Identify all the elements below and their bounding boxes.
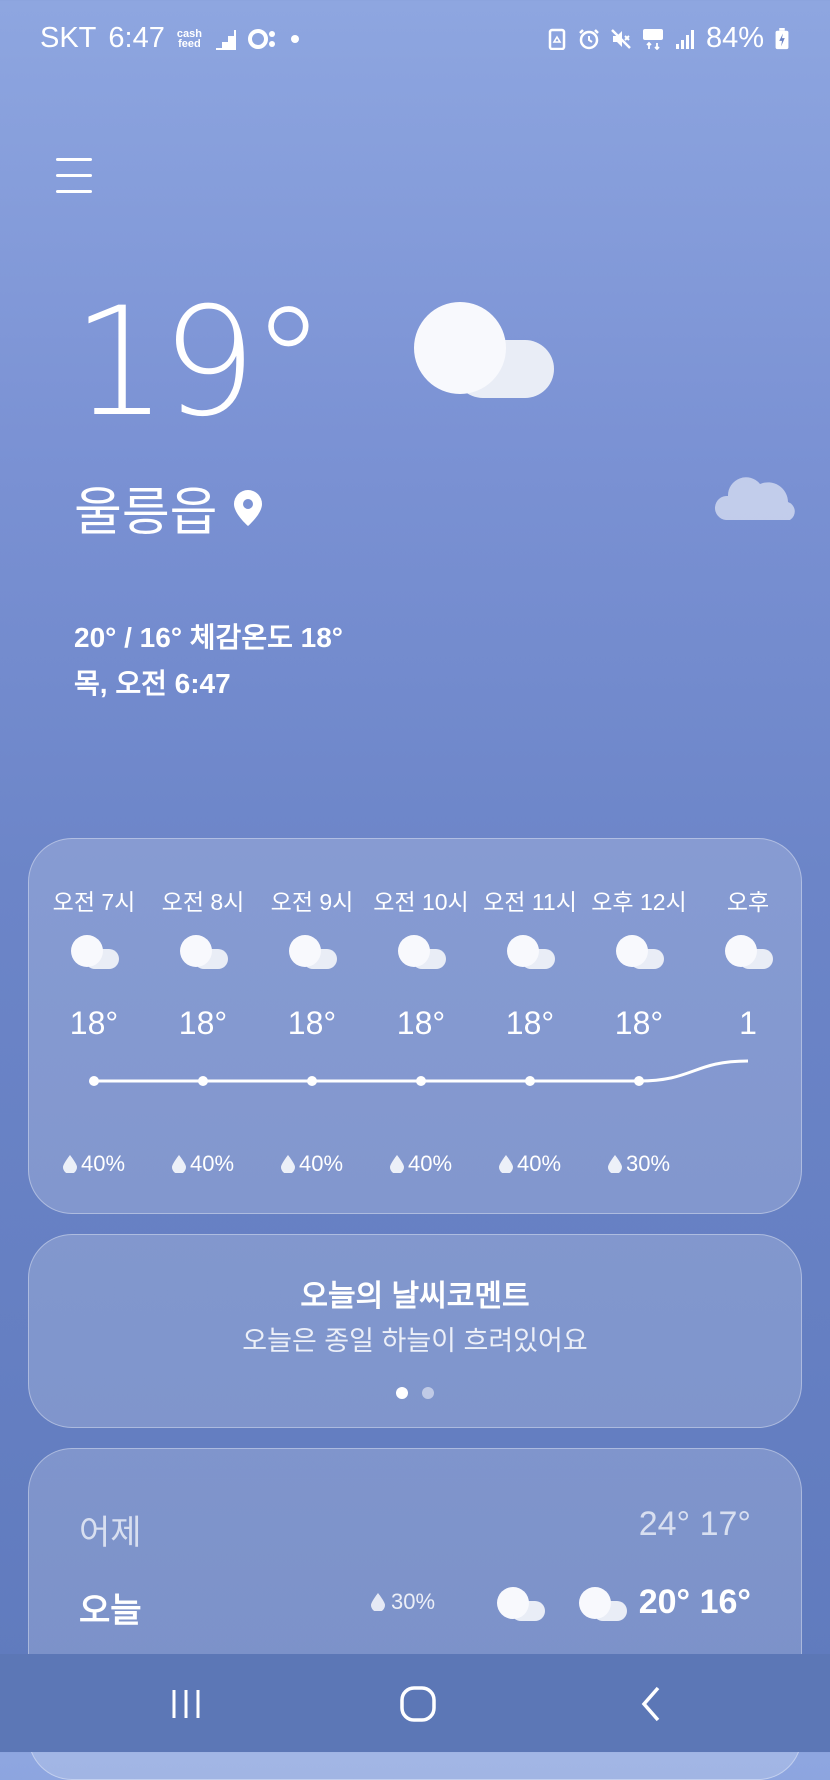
clock: 6:47 [108,22,165,54]
morning-cloud-icon [497,1587,545,1621]
hourly-forecast-card[interactable]: 오전 7시 18° 40% 오전 8시 18° 40% 오전 9시 18° 40% 오전 10시 1… [28,838,802,1214]
daily-row-yesterday: 어제 24° 17° [79,1505,751,1555]
page-dot-active [396,1387,408,1399]
date-time: 목, 오전 6:47 [74,668,231,699]
temperature-point [525,1076,535,1086]
daily-row-today[interactable]: 오늘 30% 20° 16° [79,1583,751,1633]
temperature-point [634,1076,644,1086]
raindrop-icon [371,1593,385,1611]
battery-charging-icon [775,27,789,49]
day-temps: 24° 17° [638,1505,751,1543]
location-name: 울릉읍 [74,484,218,542]
status-right: 84% [546,22,790,55]
signal-icon [675,29,694,49]
status-bar: SKT 6:47 cash feed 84% [0,0,830,80]
background-cloud-icon [714,477,795,520]
page-indicator [29,1387,801,1399]
menu-button[interactable] [56,158,92,194]
cashfeed-icon: cash feed [176,27,202,50]
back-icon[interactable] [632,1684,672,1724]
carrier-label: SKT [40,22,97,54]
temperature-point [198,1076,208,1086]
notification-dot-icon [290,34,299,43]
comment-title: 오늘의 날씨코멘트 [300,1280,530,1313]
mute-icon [611,28,631,49]
recent-apps-icon[interactable] [166,1684,206,1724]
location[interactable]: 울릉읍 [74,470,262,545]
afternoon-cloud-icon [579,1587,627,1621]
day-label: 어제 [79,1514,142,1552]
location-pin-icon [233,489,262,526]
current-temperature: 19° [72,276,326,450]
battery-percent: 84% [705,22,764,54]
day-label: 오늘 [79,1592,142,1630]
temperature-point [307,1076,317,1086]
navigation-bar [0,1654,830,1752]
dots-app-icon [247,28,275,49]
page-dot [422,1387,434,1399]
weather-comment-card[interactable]: 오늘의 날씨코멘트 오늘은 종일 하늘이 흐려있어요 [28,1234,802,1428]
day-temps: 20° 16° [638,1583,751,1621]
stairs-icon [215,29,236,50]
status-left: SKT 6:47 cash feed [40,22,300,55]
alarm-icon [579,28,599,49]
5g-icon [642,28,663,50]
min-max-feels-like: 20° / 16° 체감온도 18° [74,622,343,653]
temperature-line-chart [89,1059,749,1086]
comment-body: 오늘은 종일 하늘이 흐려있어요 [242,1326,588,1356]
recycle-battery-icon [548,28,566,50]
temperature-point [89,1076,99,1086]
temperature-point [416,1076,426,1086]
home-icon[interactable] [398,1684,438,1724]
day-rain: 30% [371,1589,435,1615]
cloudy-icon [414,302,554,398]
